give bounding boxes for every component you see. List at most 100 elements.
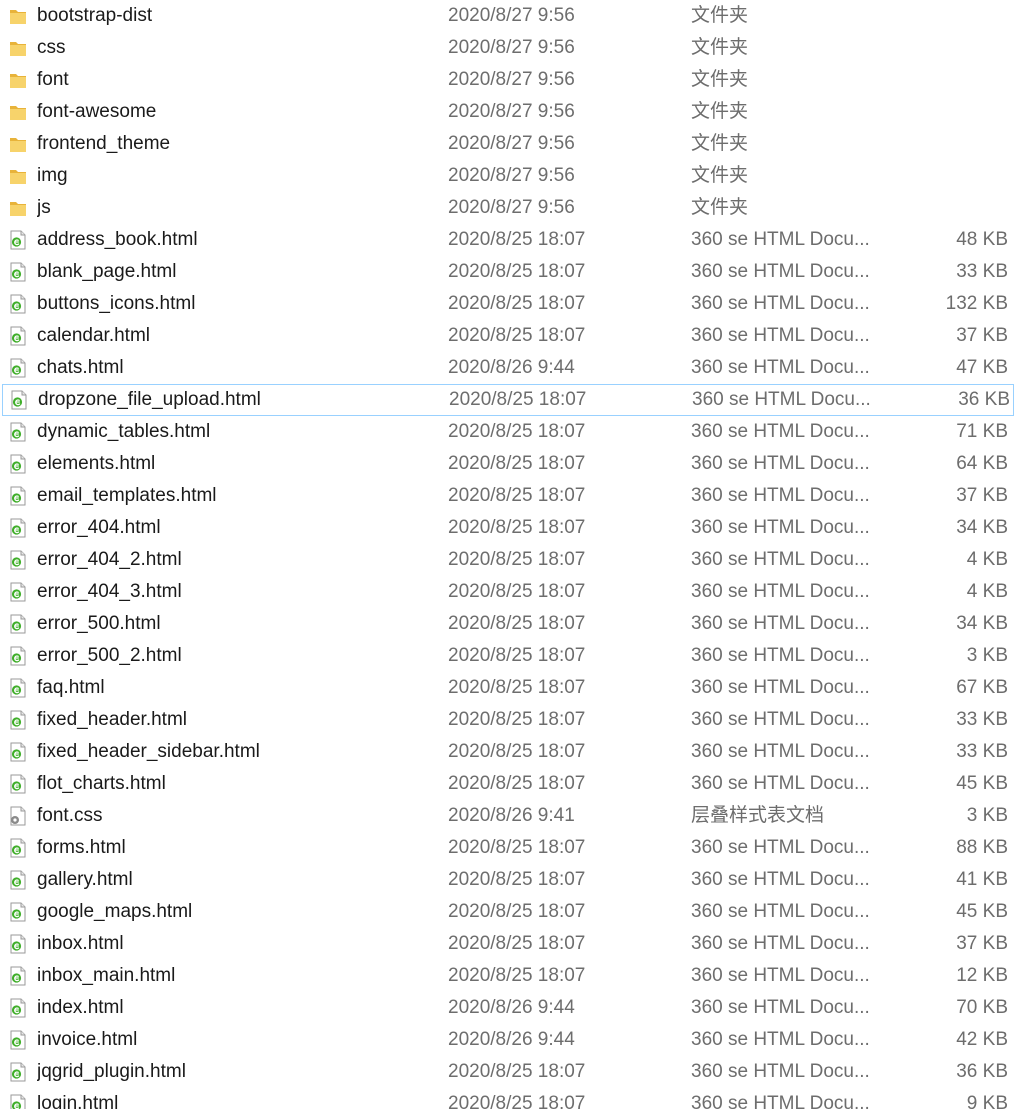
- html-file-icon: [9, 326, 27, 346]
- file-modified-date: 2020/8/25 18:07: [448, 485, 586, 506]
- html-file-icon: [9, 358, 27, 378]
- file-size: 88 KB: [956, 837, 1008, 858]
- file-type: 360 se HTML Docu...: [691, 549, 870, 570]
- file-row[interactable]: buttons_icons.html 2020/8/25 18:07 360 se …: [0, 288, 1026, 320]
- file-size: 67 KB: [956, 677, 1008, 698]
- file-type: 360 se HTML Docu...: [691, 293, 870, 314]
- file-type: 360 se HTML Docu...: [691, 741, 870, 762]
- file-row[interactable]: address_book.html 2020/8/25 18:07 360 se H…: [0, 224, 1026, 256]
- html-file-icon: [9, 646, 27, 666]
- file-size: [898, 32, 1008, 64]
- file-name: font-awesome: [37, 101, 157, 122]
- file-row[interactable]: dropzone_file_upload.html 2020/8/25 18:07…: [2, 384, 1014, 416]
- file-row[interactable]: css 2020/8/27 9:56 文件夹: [0, 32, 1026, 64]
- file-type: 360 se HTML Docu...: [691, 933, 870, 954]
- file-modified-date: 2020/8/25 18:07: [448, 837, 586, 858]
- file-name: error_404.html: [37, 517, 161, 538]
- file-row[interactable]: error_500_2.html 2020/8/25 18:07 360 se HT…: [0, 640, 1026, 672]
- file-size: 33 KB: [956, 261, 1008, 282]
- file-type: 360 se HTML Docu...: [691, 581, 870, 602]
- file-name: flot_charts.html: [37, 773, 166, 794]
- file-row[interactable]: inbox_main.html 2020/8/25 18:07 360 se HTM…: [0, 960, 1026, 992]
- file-row[interactable]: email_templates.html 2020/8/25 18:07 360 s…: [0, 480, 1026, 512]
- file-type: 文件夹: [691, 69, 749, 90]
- file-row[interactable]: forms.html 2020/8/25 18:07 360 se HTML Doc…: [0, 832, 1026, 864]
- file-size: 42 KB: [956, 1029, 1008, 1050]
- file-row[interactable]: inbox.html 2020/8/25 18:07 360 se HTML Doc…: [0, 928, 1026, 960]
- file-type: 文件夹: [691, 37, 749, 58]
- file-modified-date: 2020/8/25 18:07: [448, 869, 586, 890]
- file-name: inbox_main.html: [37, 965, 176, 986]
- file-row[interactable]: font 2020/8/27 9:56 文件夹: [0, 64, 1026, 96]
- file-row[interactable]: login.html 2020/8/25 18:07 360 se HTML Doc…: [0, 1088, 1026, 1109]
- folder-icon: [9, 134, 27, 154]
- file-type: 360 se HTML Docu...: [691, 677, 870, 698]
- file-type: 360 se HTML Docu...: [691, 869, 870, 890]
- file-name: frontend_theme: [37, 133, 171, 154]
- file-type: 360 se HTML Docu...: [691, 613, 870, 634]
- file-modified-date: 2020/8/25 18:07: [448, 421, 586, 442]
- file-size: [898, 64, 1008, 96]
- file-row[interactable]: blank_page.html 2020/8/25 18:07 360 se HTM…: [0, 256, 1026, 288]
- folder-icon: [9, 38, 27, 58]
- file-row[interactable]: index.html 2020/8/26 9:44 360 se HTML Docu…: [0, 992, 1026, 1024]
- file-type: 360 se HTML Docu...: [691, 901, 870, 922]
- html-file-icon: [9, 294, 27, 314]
- file-name: font: [37, 69, 69, 90]
- file-row[interactable]: calendar.html 2020/8/25 18:07 360 se HTML …: [0, 320, 1026, 352]
- file-modified-date: 2020/8/27 9:56: [448, 133, 575, 154]
- file-row[interactable]: jqgrid_plugin.html 2020/8/25 18:07 360 se …: [0, 1056, 1026, 1088]
- file-size: 132 KB: [945, 293, 1008, 314]
- file-row[interactable]: chats.html 2020/8/26 9:44 360 se HTML Docu…: [0, 352, 1026, 384]
- file-size: 47 KB: [956, 357, 1008, 378]
- file-size: 48 KB: [956, 229, 1008, 250]
- file-modified-date: 2020/8/25 18:07: [448, 549, 586, 570]
- file-row[interactable]: font.css 2020/8/26 9:41 层叠样式表文档 3 KB: [0, 800, 1026, 832]
- file-row[interactable]: fixed_header.html 2020/8/25 18:07 360 se H…: [0, 704, 1026, 736]
- file-row[interactable]: error_500.html 2020/8/25 18:07 360 se HTML…: [0, 608, 1026, 640]
- file-size: 34 KB: [956, 517, 1008, 538]
- file-row[interactable]: error_404.html 2020/8/25 18:07 360 se HTML…: [0, 512, 1026, 544]
- file-row[interactable]: flot_charts.html 2020/8/25 18:07 360 se HT…: [0, 768, 1026, 800]
- file-modified-date: 2020/8/26 9:44: [448, 357, 575, 378]
- file-size: 9 KB: [966, 1093, 1008, 1109]
- html-file-icon: [9, 774, 27, 794]
- file-size: 4 KB: [966, 549, 1008, 570]
- file-name: font.css: [37, 805, 103, 826]
- file-row[interactable]: fixed_header_sidebar.html 2020/8/25 18:07…: [0, 736, 1026, 768]
- file-type: 360 se HTML Docu...: [692, 389, 871, 410]
- file-modified-date: 2020/8/25 18:07: [448, 1093, 586, 1109]
- file-type: 360 se HTML Docu...: [691, 1029, 870, 1050]
- file-row[interactable]: gallery.html 2020/8/25 18:07 360 se HTML D…: [0, 864, 1026, 896]
- file-row[interactable]: invoice.html 2020/8/26 9:44 360 se HTML Do…: [0, 1024, 1026, 1056]
- html-file-icon: [9, 1094, 27, 1109]
- file-row[interactable]: dynamic_tables.html 2020/8/25 18:07 360 se…: [0, 416, 1026, 448]
- file-row[interactable]: elements.html 2020/8/25 18:07 360 se HTML …: [0, 448, 1026, 480]
- file-size: 37 KB: [956, 933, 1008, 954]
- file-modified-date: 2020/8/25 18:07: [448, 453, 586, 474]
- file-modified-date: 2020/8/25 18:07: [448, 293, 586, 314]
- file-row[interactable]: google_maps.html 2020/8/25 18:07 360 se HT…: [0, 896, 1026, 928]
- file-name: fixed_header_sidebar.html: [37, 741, 260, 762]
- file-type: 360 se HTML Docu...: [691, 485, 870, 506]
- file-name: js: [37, 197, 51, 218]
- file-row[interactable]: frontend_theme 2020/8/27 9:56 文件夹: [0, 128, 1026, 160]
- file-modified-date: 2020/8/25 18:07: [448, 581, 586, 602]
- file-size: 3 KB: [966, 645, 1008, 666]
- file-row[interactable]: img 2020/8/27 9:56 文件夹: [0, 160, 1026, 192]
- file-row[interactable]: font-awesome 2020/8/27 9:56 文件夹: [0, 96, 1026, 128]
- file-row[interactable]: error_404_3.html 2020/8/25 18:07 360 se HT…: [0, 576, 1026, 608]
- file-modified-date: 2020/8/27 9:56: [448, 69, 575, 90]
- file-row[interactable]: faq.html 2020/8/25 18:07 360 se HTML Docu.…: [0, 672, 1026, 704]
- file-name: invoice.html: [37, 1029, 138, 1050]
- file-row[interactable]: bootstrap-dist 2020/8/27 9:56 文件夹: [0, 0, 1026, 32]
- file-size: 33 KB: [956, 709, 1008, 730]
- file-name: address_book.html: [37, 229, 198, 250]
- file-modified-date: 2020/8/27 9:56: [448, 165, 575, 186]
- file-type: 360 se HTML Docu...: [691, 229, 870, 250]
- file-name: forms.html: [37, 837, 126, 858]
- file-row[interactable]: js 2020/8/27 9:56 文件夹: [0, 192, 1026, 224]
- file-type: 360 se HTML Docu...: [691, 357, 870, 378]
- file-row[interactable]: error_404_2.html 2020/8/25 18:07 360 se HT…: [0, 544, 1026, 576]
- file-modified-date: 2020/8/25 18:07: [449, 389, 587, 410]
